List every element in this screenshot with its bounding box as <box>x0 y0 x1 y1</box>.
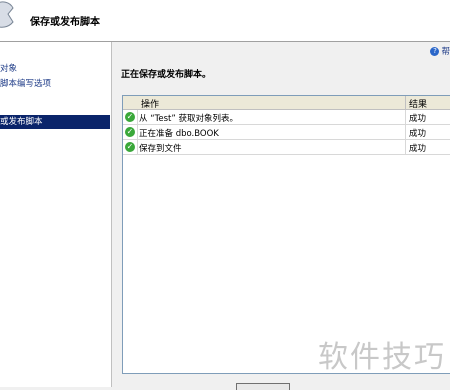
column-header-result[interactable]: 结果 <box>409 97 427 110</box>
check-circle-icon: ✓ <box>125 142 135 152</box>
sidebar-item-objects[interactable]: 对象 <box>0 62 110 76</box>
table-row[interactable]: ✓ 正在准备 dbo.BOOK 成功 <box>123 125 450 140</box>
help-link[interactable]: ? 帮 <box>430 45 450 57</box>
column-divider <box>405 96 406 109</box>
row-operation: 从 “Test” 获取对象列表。 <box>139 114 238 124</box>
row-operation: 保存到文件 <box>139 144 182 154</box>
check-circle-icon: ✓ <box>125 127 135 137</box>
sidebar-item-save-publish[interactable]: 或发布脚本 <box>0 115 110 129</box>
wizard-icon <box>0 1 14 28</box>
cell-divider <box>405 110 406 124</box>
table-row[interactable]: ✓ 保存到文件 成功 <box>123 140 450 155</box>
cell-divider <box>137 140 138 154</box>
sidebar: 对象 脚本编写选项 或发布脚本 <box>0 42 112 387</box>
cell-divider <box>405 140 406 154</box>
page-title: 保存或发布脚本 <box>30 17 100 28</box>
table-row[interactable]: ✓ 从 “Test” 获取对象列表。 成功 <box>123 110 450 125</box>
cell-divider <box>137 110 138 124</box>
cell-divider <box>405 125 406 139</box>
watermark: 软件技巧 <box>318 340 446 375</box>
help-label: 帮 <box>441 47 450 57</box>
help-icon: ? <box>430 47 440 56</box>
cell-divider <box>137 125 138 139</box>
row-result: 成功 <box>409 114 427 124</box>
row-result: 成功 <box>409 144 427 154</box>
wizard-header: 保存或发布脚本 <box>0 0 450 42</box>
check-circle-icon: ✓ <box>125 112 135 122</box>
sidebar-item-script-options[interactable]: 脚本编写选项 <box>0 77 110 91</box>
column-header-operation[interactable]: 操作 <box>141 97 159 110</box>
status-text: 正在保存或发布脚本。 <box>121 70 212 80</box>
row-result: 成功 <box>409 129 427 139</box>
grid-header: 操作 结果 <box>123 96 450 110</box>
row-operation: 正在准备 dbo.BOOK <box>139 129 219 139</box>
